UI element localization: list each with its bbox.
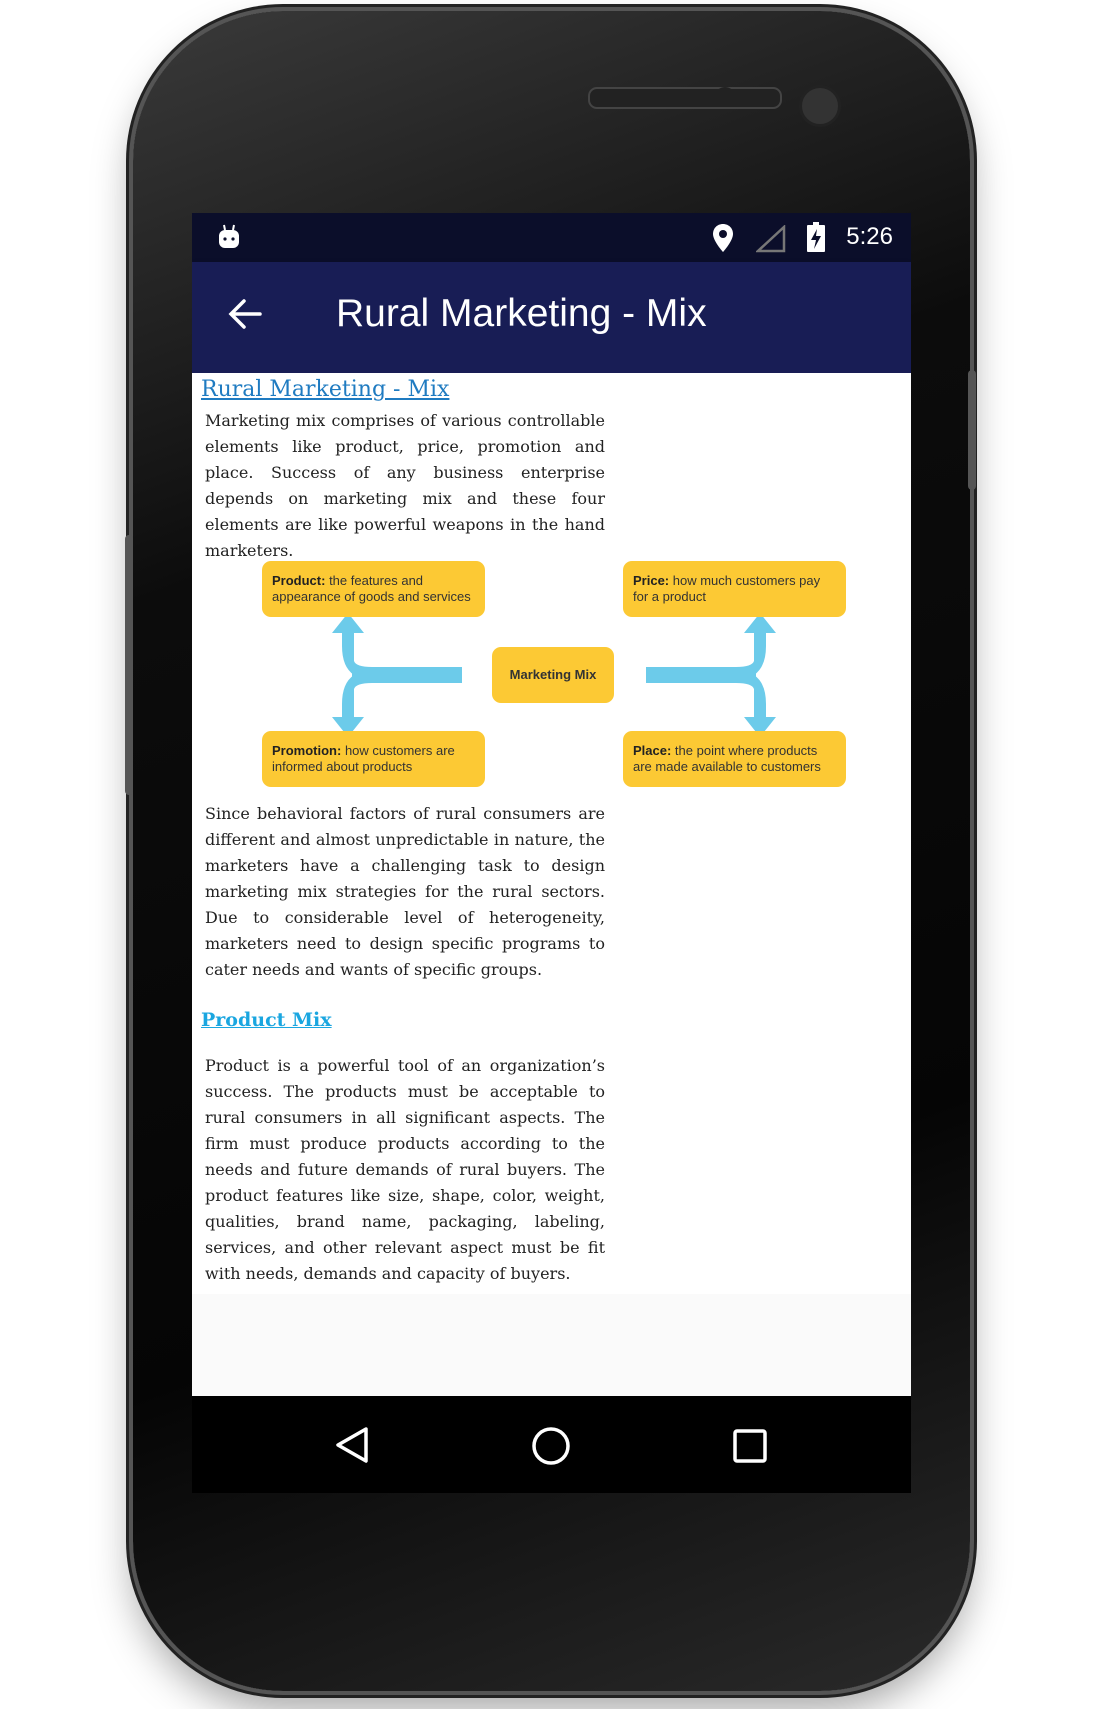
price-term: Price:: [633, 573, 670, 588]
nav-back-icon[interactable]: [334, 1426, 370, 1464]
product-mix-link[interactable]: Product Mix: [201, 1009, 332, 1031]
intro-paragraph: Marketing mix comprises of various contr…: [205, 411, 605, 560]
product-mix-paragraph: Product is a powerful tool of an organiz…: [205, 1056, 605, 1283]
battery-charging-icon: [807, 222, 825, 252]
power-button: [968, 370, 976, 490]
promotion-term: Promotion:: [272, 743, 342, 758]
marketing-mix-diagram: Product: the features and appearance of …: [262, 561, 846, 797]
diagram-box-product: Product: the features and appearance of …: [262, 561, 485, 617]
product-term: Product:: [272, 573, 326, 588]
location-icon: [713, 224, 733, 252]
screen: 5:26 Rural Marketing - Mix Rural Marketi…: [192, 213, 911, 1493]
front-camera: [799, 85, 841, 127]
article-content: Rural Marketing - Mix Marketing mix comp…: [192, 373, 911, 1294]
nav-recents-icon[interactable]: [732, 1428, 768, 1464]
diagram-box-price: Price: how much customers pay for a prod…: [623, 561, 846, 617]
navigation-bar: [192, 1396, 911, 1493]
signal-icon: [756, 225, 786, 253]
android-debug-icon: [219, 224, 239, 248]
behavior-paragraph: Since behavioral factors of rural consum…: [205, 804, 605, 979]
nav-home-icon[interactable]: [531, 1426, 571, 1466]
sensor: [715, 87, 735, 107]
diagram-box-promotion: Promotion: how customers are informed ab…: [262, 731, 485, 787]
right-arrows: [646, 613, 776, 737]
diagram-box-place: Place: the point where products are made…: [623, 731, 846, 787]
status-bar: 5:26: [192, 213, 911, 262]
page-title: Rural Marketing - Mix: [336, 292, 707, 335]
app-bar: Rural Marketing - Mix: [192, 262, 911, 373]
diagram-box-center: Marketing Mix: [492, 647, 614, 703]
article-heading-link[interactable]: Rural Marketing - Mix: [201, 377, 449, 402]
status-time: 5:26: [846, 223, 893, 250]
left-arrows: [332, 613, 462, 737]
sensor: [668, 89, 698, 105]
volume-button: [125, 535, 133, 795]
arrow-left-icon[interactable]: [226, 295, 264, 333]
place-term: Place:: [633, 743, 672, 758]
